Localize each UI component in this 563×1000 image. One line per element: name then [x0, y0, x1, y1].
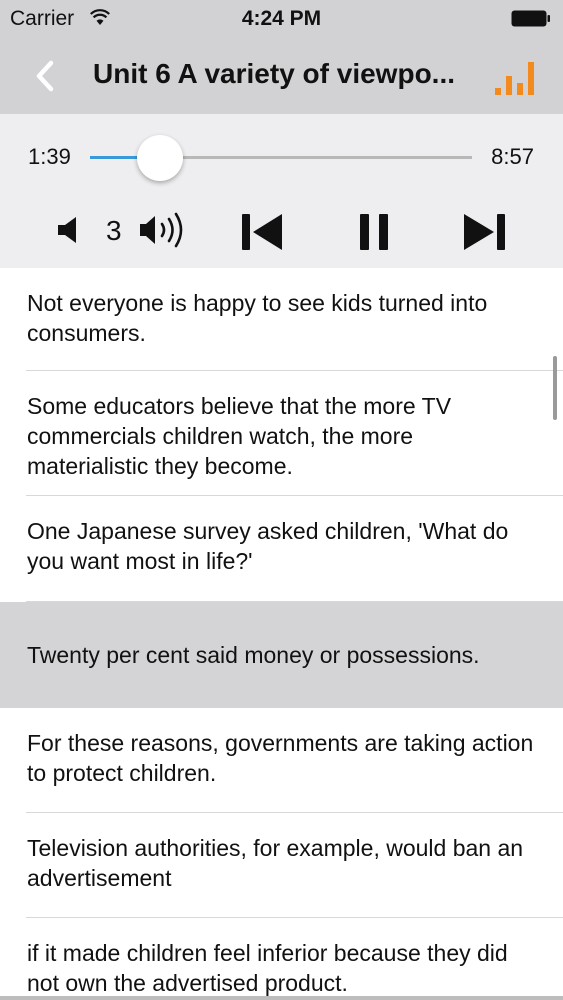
sentence-row[interactable]: if it made children feel inferior becaus…: [0, 918, 563, 1000]
sentence-row[interactable]: Some educators believe that the more TV …: [0, 371, 563, 496]
battery-icon: [511, 10, 550, 27]
volume-level: 3: [106, 215, 122, 246]
previous-track-icon[interactable]: [240, 212, 284, 252]
current-time: 1:39: [28, 144, 71, 169]
audio-player: 1:39 8:57 3: [0, 114, 563, 268]
progress-thumb[interactable]: [137, 135, 184, 181]
equalizer-icon[interactable]: [494, 58, 538, 96]
sentence-row[interactable]: Not everyone is happy to see kids turned…: [0, 268, 563, 371]
volume-down-icon[interactable]: [54, 214, 84, 246]
sentence-row[interactable]: One Japanese survey asked children, 'Wha…: [0, 496, 563, 602]
sentence-row[interactable]: For these reasons, governments are takin…: [0, 708, 563, 813]
clock: 4:24 PM: [241, 7, 322, 30]
back-chevron-icon[interactable]: [30, 59, 60, 93]
pause-icon[interactable]: [358, 212, 390, 252]
status-bar: Carrier 4:24 PM: [0, 0, 563, 38]
total-time: 8:57: [491, 144, 534, 169]
navigation-bar: Unit 6 A variety of viewpo...: [0, 38, 563, 114]
progress-slider[interactable]: [90, 135, 472, 181]
bottom-edge: [0, 996, 563, 1000]
sentence-list: Not everyone is happy to see kids turned…: [0, 268, 563, 1000]
page-title: Unit 6 A variety of viewpo...: [93, 58, 456, 89]
sentence-row[interactable]: Television authorities, for example, wou…: [0, 813, 563, 918]
scroll-indicator[interactable]: [553, 356, 557, 420]
next-track-icon[interactable]: [462, 212, 508, 252]
volume-up-icon[interactable]: [138, 212, 190, 248]
sentence-row-active[interactable]: Twenty per cent said money or possession…: [0, 602, 563, 708]
